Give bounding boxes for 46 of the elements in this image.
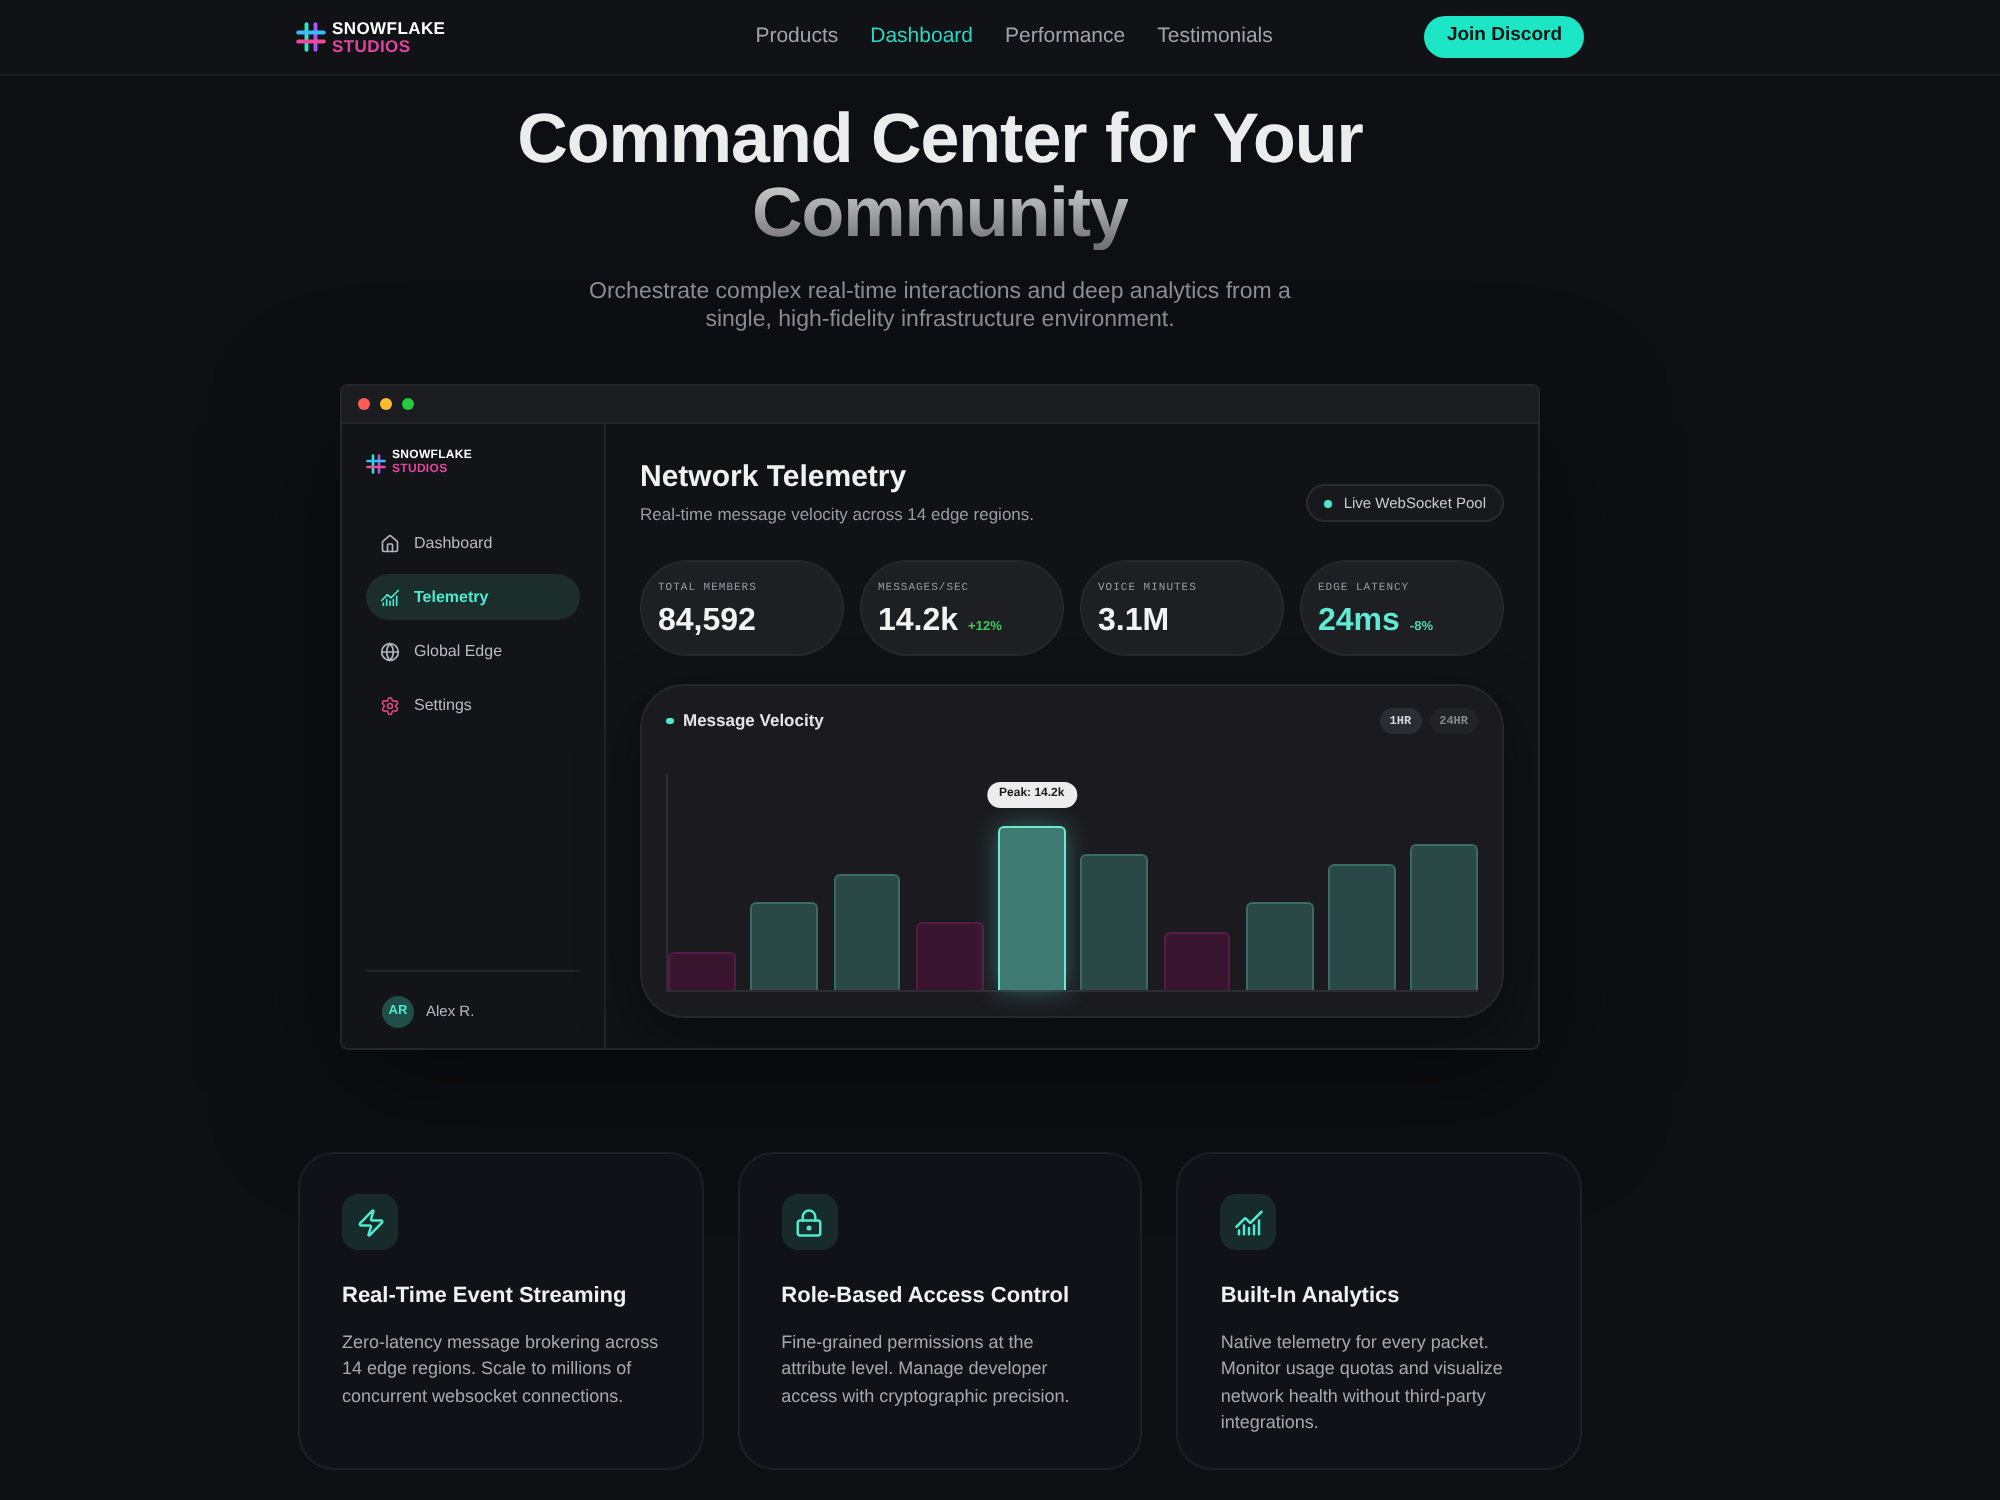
sidebar-item[interactable]: Telemetry xyxy=(366,574,580,620)
window-close-icon[interactable] xyxy=(358,398,370,410)
feature-description: Native telemetry for every packet. Monitor usage quotas and visualize network health without third-party integrations. xyxy=(1220,1329,1505,1436)
stat-value: 84,592 xyxy=(658,602,756,642)
nav-link[interactable]: Performance xyxy=(1005,21,1126,53)
panel-title: Network Telemetry xyxy=(640,460,909,496)
chart-bar xyxy=(1080,853,1148,990)
chart-icon xyxy=(380,587,400,607)
feature-title: Real-Time Event Streaming xyxy=(342,1282,629,1312)
lock-icon xyxy=(794,1207,825,1237)
logo-icon xyxy=(296,22,326,52)
hero-subtitle: Orchestrate complex real-time interactions and deep analytics from a single, high-fidelity infrastructure environment. xyxy=(587,278,1293,334)
stat-value: 14.2k xyxy=(878,602,959,642)
feature-description: Zero-latency message brokering across 14 edge regions. Scale to millions of concurrent websocket connections. xyxy=(342,1329,660,1409)
chart-bar xyxy=(1245,901,1313,990)
panel-subtitle: Real-time message velocity across 14 edge regions. xyxy=(640,502,1035,528)
chart-title: Message Velocity xyxy=(683,708,824,735)
logo-subtitle: STUDIOS xyxy=(332,37,411,55)
chart-bar xyxy=(915,921,983,990)
feature-description: Fine-grained permissions at the attribute level. Manage developer access with cryptographic precision. xyxy=(781,1329,1072,1410)
chart-bar xyxy=(750,901,818,990)
chart-bar xyxy=(833,873,901,990)
nav-link[interactable]: Testimonials xyxy=(1157,21,1273,53)
chart-bar xyxy=(1163,931,1231,990)
sidebar-item[interactable]: Global Edge xyxy=(366,628,580,674)
window-zoom-icon[interactable] xyxy=(402,398,414,410)
globe-icon xyxy=(380,641,400,661)
lightning-icon xyxy=(355,1207,385,1237)
nav-link[interactable]: Dashboard xyxy=(870,21,973,53)
chart-bar xyxy=(1328,863,1396,990)
settings-icon xyxy=(380,695,400,715)
join-discord-button[interactable]: Join Discord xyxy=(1424,16,1584,58)
feature-title: Role-Based Access Control xyxy=(781,1282,1072,1312)
stat-value: 3.1M xyxy=(1098,602,1170,642)
chart-icon xyxy=(1233,1207,1264,1237)
home-icon xyxy=(380,533,400,553)
window-minimize-icon[interactable] xyxy=(380,398,392,410)
logo-wordmark: SNOWFLAKE xyxy=(332,19,446,37)
nav-link[interactable]: Products xyxy=(755,21,839,53)
feature-title: Built-In Analytics xyxy=(1220,1282,1402,1312)
sidebar-item[interactable]: Settings xyxy=(366,682,580,728)
sidebar-item[interactable]: Dashboard xyxy=(366,520,580,566)
logo-icon xyxy=(366,454,386,474)
hero-title: Command Center for Your xyxy=(517,102,1363,176)
stat-value: 24ms xyxy=(1318,602,1400,642)
chart-bar xyxy=(668,951,736,990)
